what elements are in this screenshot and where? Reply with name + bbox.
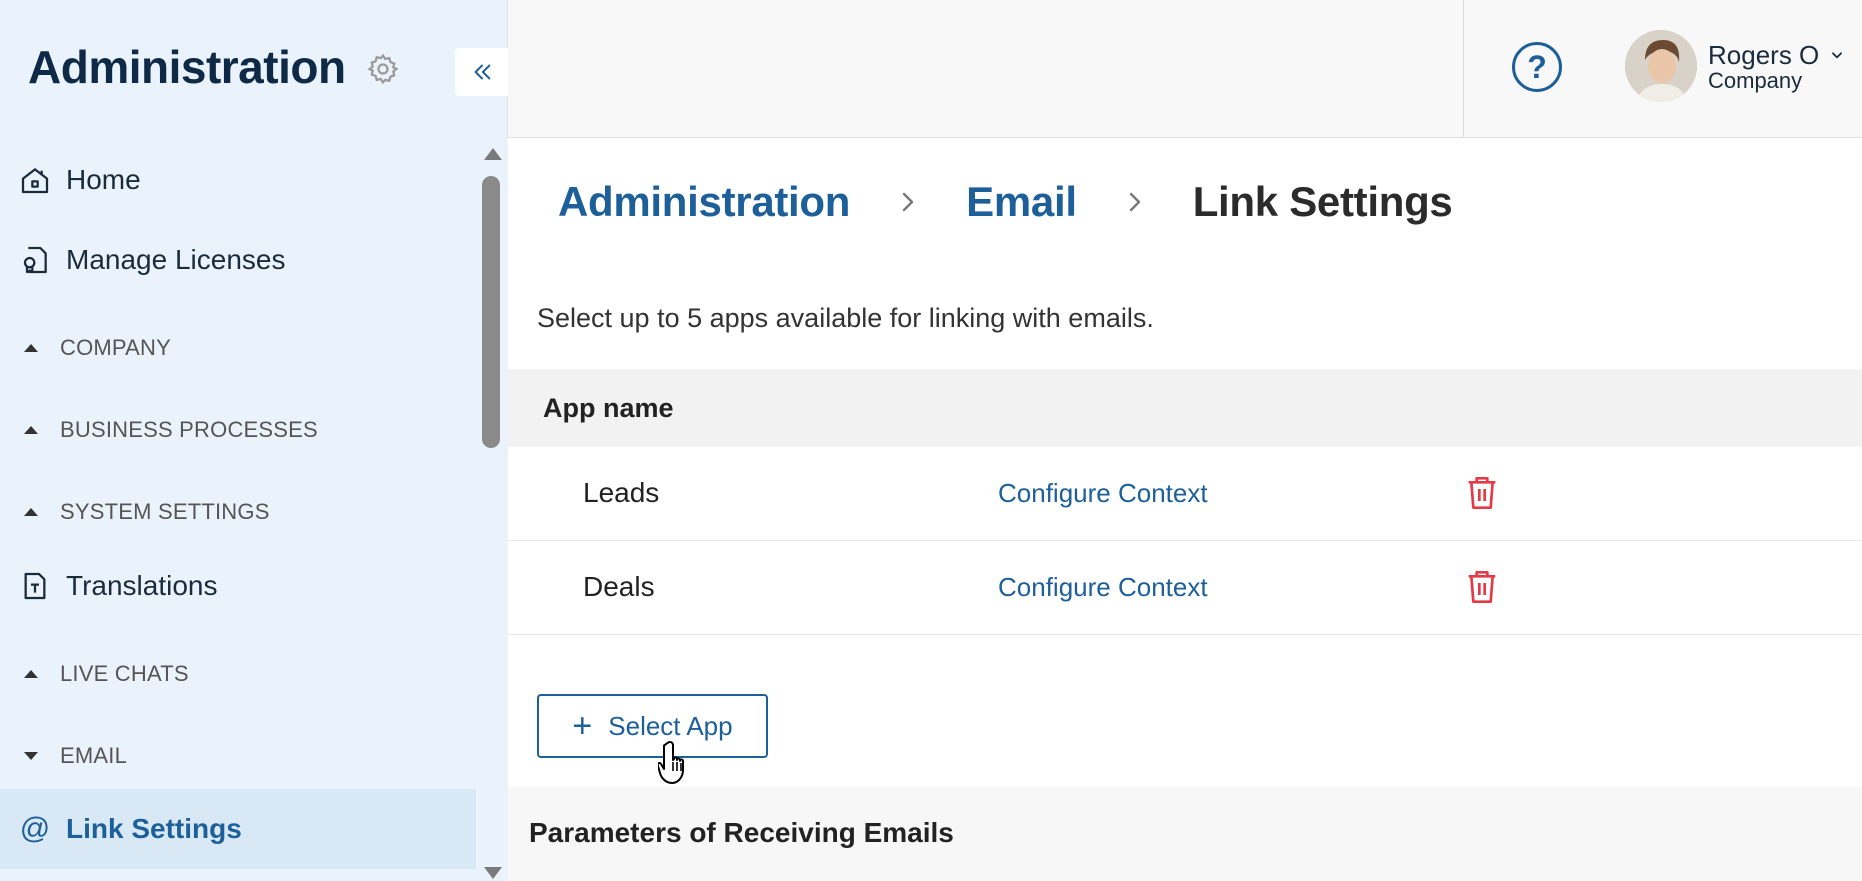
gear-icon[interactable] bbox=[366, 52, 400, 86]
sidebar: Administration Home Manage Licenses COMP… bbox=[0, 0, 508, 881]
chevron-right-icon bbox=[888, 187, 928, 217]
sidebar-section-label: EMAIL bbox=[60, 743, 128, 768]
sidebar-item-manage-licenses[interactable]: Manage Licenses bbox=[0, 220, 476, 300]
configure-context-link[interactable]: Configure Context bbox=[998, 478, 1208, 509]
translation-icon bbox=[18, 569, 52, 603]
select-app-label: Select App bbox=[608, 710, 733, 741]
parameters-section-header: Parameters of Receiving Emails bbox=[508, 787, 1862, 881]
table-row: Deals Configure Context bbox=[508, 541, 1862, 635]
caret-up-icon bbox=[24, 508, 38, 516]
sidebar-section-business-processes[interactable]: BUSINESS PROCESSES bbox=[0, 400, 476, 460]
user-company: Company bbox=[1708, 68, 1803, 93]
double-chevron-left-icon bbox=[474, 64, 490, 80]
plus-icon: + bbox=[572, 707, 593, 745]
sidebar-section-label: SYSTEM SETTINGS bbox=[60, 499, 270, 524]
breadcrumb-email[interactable]: Email bbox=[966, 178, 1077, 226]
sidebar-section-system-settings[interactable]: SYSTEM SETTINGS bbox=[0, 482, 476, 542]
at-sign-icon: @ bbox=[19, 812, 51, 845]
sidebar-item-translations[interactable]: Translations bbox=[0, 546, 476, 626]
help-button[interactable]: ? bbox=[1512, 42, 1562, 92]
app-name: Deals bbox=[583, 571, 655, 602]
license-icon bbox=[18, 243, 52, 277]
page-description: Select up to 5 apps available for linkin… bbox=[537, 303, 1154, 333]
caret-down-icon bbox=[24, 752, 38, 760]
caret-up-icon bbox=[24, 426, 38, 434]
configure-context-link[interactable]: Configure Context bbox=[998, 572, 1208, 603]
collapse-sidebar-button[interactable] bbox=[455, 48, 508, 96]
chevron-right-icon bbox=[1115, 187, 1155, 217]
sidebar-header: Administration bbox=[0, 0, 508, 138]
trash-icon[interactable] bbox=[1466, 569, 1498, 605]
sidebar-item-link-settings[interactable]: @ Link Settings bbox=[0, 789, 476, 869]
scroll-up-arrow-icon[interactable] bbox=[484, 148, 502, 160]
select-app-button[interactable]: + Select App bbox=[537, 694, 768, 758]
table-row: Leads Configure Context bbox=[508, 447, 1862, 541]
sidebar-item-label: Translations bbox=[66, 570, 218, 601]
caret-up-icon bbox=[24, 670, 38, 678]
sidebar-scrollbar[interactable] bbox=[476, 138, 508, 881]
column-header-app-name: App name bbox=[543, 392, 674, 423]
chevron-down-icon[interactable] bbox=[1830, 48, 1844, 62]
sidebar-section-live-chats[interactable]: LIVE CHATS bbox=[0, 644, 476, 704]
user-name[interactable]: Rogers O bbox=[1708, 40, 1819, 71]
sidebar-item-home[interactable]: Home bbox=[0, 140, 476, 220]
sidebar-section-email[interactable]: EMAIL bbox=[0, 726, 476, 786]
sidebar-title: Administration bbox=[28, 41, 346, 93]
scroll-down-arrow-icon[interactable] bbox=[484, 867, 502, 879]
table-header: App name bbox=[508, 369, 1862, 447]
trash-icon[interactable] bbox=[1466, 475, 1498, 511]
question-mark-icon: ? bbox=[1527, 48, 1547, 85]
sidebar-nav: Home Manage Licenses COMPANY BUSINESS PR… bbox=[0, 138, 476, 881]
sidebar-section-label: LIVE CHATS bbox=[60, 661, 189, 686]
avatar[interactable] bbox=[1625, 30, 1697, 102]
sidebar-item-label: Home bbox=[66, 164, 141, 195]
scrollbar-thumb[interactable] bbox=[482, 176, 500, 448]
home-icon bbox=[18, 163, 52, 197]
topbar-divider bbox=[1463, 0, 1464, 138]
sidebar-item-label: Link Settings bbox=[66, 813, 242, 844]
top-bar: ? Rogers O Company bbox=[508, 0, 1862, 138]
sidebar-item-label: Manage Licenses bbox=[66, 244, 286, 275]
parameters-title: Parameters of Receiving Emails bbox=[529, 817, 954, 848]
page-title: Link Settings bbox=[1192, 178, 1453, 225]
sidebar-section-label: COMPANY bbox=[60, 335, 172, 360]
app-name: Leads bbox=[583, 477, 660, 508]
sidebar-section-label: BUSINESS PROCESSES bbox=[60, 417, 318, 442]
sidebar-section-company[interactable]: COMPANY bbox=[0, 318, 476, 378]
breadcrumb-administration[interactable]: Administration bbox=[558, 178, 850, 226]
breadcrumb: Administration Email Link Settings bbox=[558, 177, 1453, 227]
caret-up-icon bbox=[24, 344, 38, 352]
main-content: Administration Email Link Settings Selec… bbox=[508, 139, 1862, 881]
